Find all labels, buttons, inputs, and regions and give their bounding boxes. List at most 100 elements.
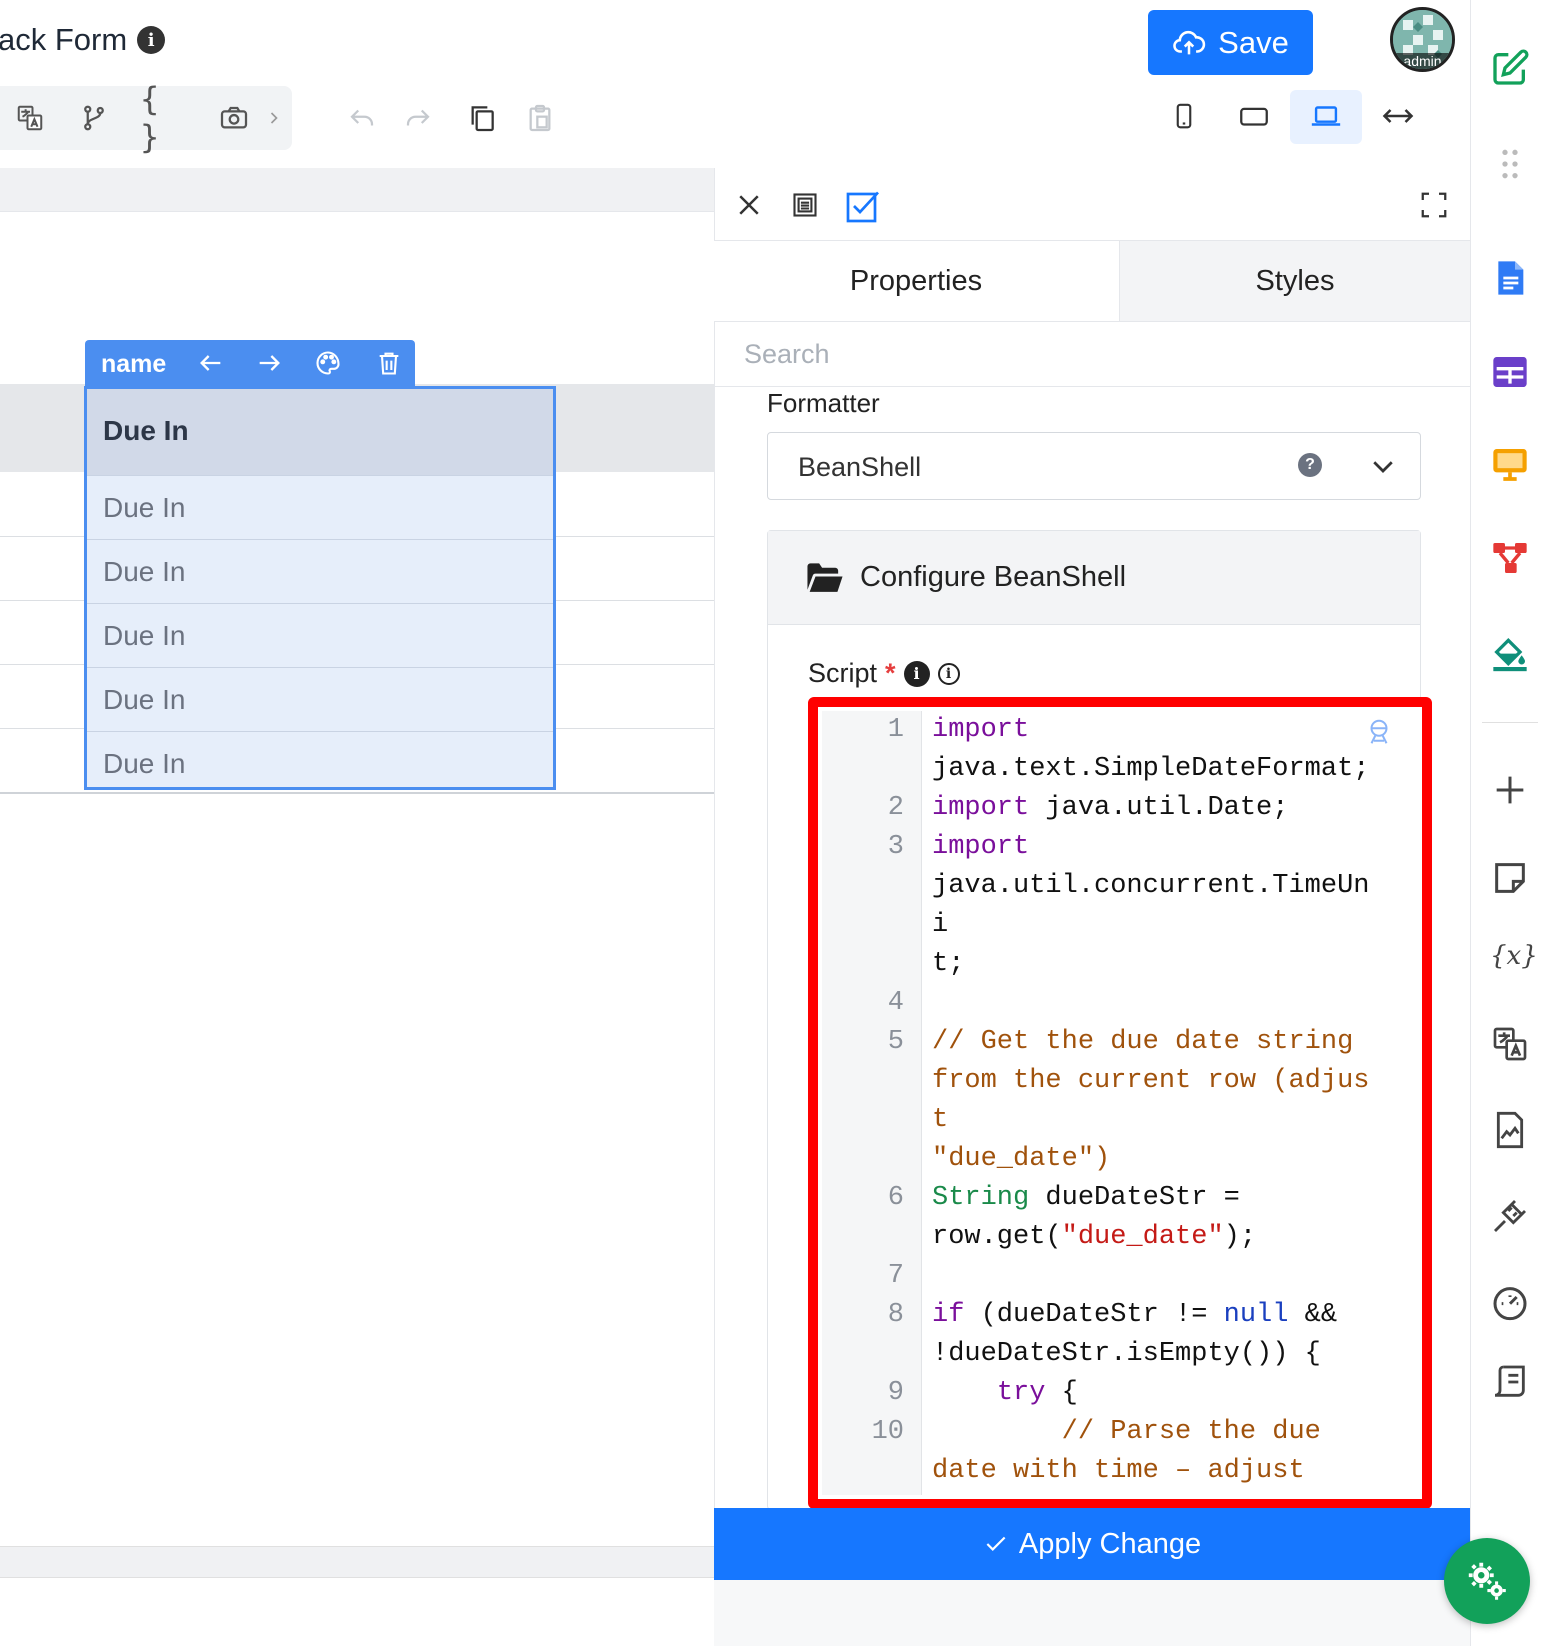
column-cell[interactable]: Due In (87, 475, 553, 539)
code-line[interactable]: 6 String dueDateStr = row.get("due_date")… (822, 1179, 1418, 1257)
code-line[interactable]: 7 (822, 1257, 1418, 1296)
required-marker: * (885, 658, 896, 688)
fit-width-icon[interactable] (1376, 94, 1420, 138)
apply-change-button[interactable]: Apply Change (714, 1508, 1470, 1580)
line-number: 1 (887, 715, 904, 745)
palette-icon[interactable] (314, 349, 342, 377)
code-editor[interactable]: 1 import java.text.SimpleDateFormat; 2 impo… (822, 711, 1418, 1495)
arrow-left-icon[interactable] (197, 349, 225, 377)
info-outline-icon[interactable]: i (937, 662, 960, 685)
code-line[interactable]: 8 if (dueDateStr != null && !dueDateStr.i… (822, 1296, 1418, 1374)
code-line[interactable]: 4 (822, 984, 1418, 1023)
document-icon[interactable] (1490, 258, 1530, 298)
table-icon[interactable] (1490, 352, 1530, 392)
code-line[interactable]: 1 import java.text.SimpleDateFormat; (822, 711, 1418, 789)
ai-assistant-icon[interactable] (1364, 717, 1394, 747)
column-name-label[interactable]: name (101, 350, 166, 379)
code-line[interactable]: 5 // Get the due date string from the cur… (822, 1023, 1418, 1179)
translate-icon[interactable] (1490, 1024, 1530, 1064)
selected-column[interactable]: Due In Due In Due In Due In Due In Due I… (84, 386, 556, 790)
code-token: try (996, 1378, 1046, 1408)
code-token: import (932, 793, 1030, 823)
code-text: if (dueDateStr != null && !dueDateStr.is… (932, 1296, 1382, 1374)
code-token: java.util.concurrent.TimeUni t; (932, 871, 1370, 979)
list-view-icon[interactable] (791, 191, 819, 219)
drag-handle-icon[interactable] (1490, 144, 1530, 184)
camera-icon[interactable] (212, 96, 256, 140)
save-button[interactable]: Save (1148, 10, 1313, 75)
line-number: 5 (887, 1027, 904, 1057)
config-header[interactable]: Configure BeanShell (768, 531, 1420, 625)
copy-icon[interactable] (460, 96, 504, 140)
code-lines[interactable]: 1 import java.text.SimpleDateFormat; 2 impo… (822, 711, 1418, 1495)
code-token: import (932, 832, 1030, 862)
code-line[interactable]: 10 // Parse the due date with time – adj… (822, 1413, 1418, 1495)
chevron-down-icon[interactable] (1368, 451, 1398, 481)
trash-icon[interactable] (375, 349, 403, 377)
desktop-icon[interactable] (1304, 94, 1348, 138)
code-line[interactable]: 3 import java.util.concurrent.TimeUni t; (822, 828, 1418, 984)
tab-properties[interactable]: Properties (714, 241, 1118, 321)
close-icon[interactable] (734, 190, 764, 220)
search-input[interactable] (744, 330, 1424, 378)
folder-open-icon (806, 561, 844, 595)
avatar[interactable]: admin (1390, 7, 1455, 72)
gauge-icon[interactable] (1490, 1282, 1530, 1322)
note-icon[interactable] (1490, 858, 1530, 898)
plus-icon[interactable] (1490, 770, 1530, 810)
settings-fab[interactable] (1444, 1538, 1530, 1624)
column-cell[interactable]: Due In (87, 667, 553, 731)
column-cell[interactable]: Due In (87, 539, 553, 603)
edit-icon[interactable] (1490, 48, 1530, 88)
redo-icon[interactable] (396, 96, 440, 140)
workflow-icon[interactable] (1490, 538, 1530, 578)
image-file-icon[interactable] (1490, 1110, 1530, 1150)
fullscreen-icon[interactable] (1419, 190, 1449, 220)
branch-icon[interactable] (72, 96, 116, 140)
info-icon[interactable]: i (137, 26, 166, 54)
line-number: 6 (887, 1183, 904, 1213)
tab-styles[interactable]: Styles (1119, 241, 1470, 321)
formatter-select[interactable]: BeanShell ? (767, 432, 1421, 500)
script-icon[interactable] (1490, 1362, 1530, 1402)
code-token: // Get the due date string from the curr… (932, 1027, 1370, 1174)
line-number: 9 (887, 1378, 904, 1408)
checkbox-icon[interactable] (844, 188, 882, 224)
column-cell[interactable]: Due In (87, 603, 553, 667)
code-text: import java.util.concurrent.TimeUni t; (932, 828, 1382, 984)
paste-icon[interactable] (518, 96, 562, 140)
code-token: { (1045, 1378, 1078, 1408)
column-header[interactable]: Due In (87, 389, 553, 475)
column-cell[interactable]: Due In (87, 731, 553, 795)
code-token: ); (1223, 1222, 1257, 1252)
script-label-text: Script (808, 658, 878, 688)
code-token: java.text.SimpleDateFormat; (932, 754, 1370, 784)
info-icon[interactable]: i (903, 660, 930, 687)
script-label: Script * i i (808, 658, 960, 689)
code-token: java.util.Date; (1029, 793, 1289, 823)
arrow-right-icon[interactable] (255, 349, 283, 377)
help-icon[interactable]: ? (1298, 453, 1322, 477)
code-text: import java.util.Date; (932, 789, 1382, 828)
code-text: try { (932, 1374, 1382, 1413)
line-number: 7 (887, 1261, 904, 1291)
mobile-icon[interactable] (1162, 94, 1206, 138)
variable-icon[interactable]: {x} (1490, 936, 1538, 976)
line-number: 3 (887, 832, 904, 862)
canvas-footer-strip (0, 1546, 714, 1578)
undo-icon[interactable] (340, 96, 384, 140)
chevron-right-icon[interactable] (262, 96, 286, 140)
code-line[interactable]: 9 try { (822, 1374, 1418, 1413)
code-text: // Get the due date string from the curr… (932, 1023, 1382, 1179)
code-line[interactable]: 2 import java.util.Date; (822, 789, 1418, 828)
monitor-icon[interactable] (1490, 444, 1530, 484)
tablet-icon[interactable] (1232, 94, 1276, 138)
translate-icon[interactable] (8, 96, 52, 140)
line-number: 2 (887, 793, 904, 823)
plugin-icon[interactable] (1490, 1196, 1530, 1236)
braces-icon[interactable]: { } (140, 80, 184, 156)
paint-bucket-icon[interactable] (1490, 632, 1530, 672)
